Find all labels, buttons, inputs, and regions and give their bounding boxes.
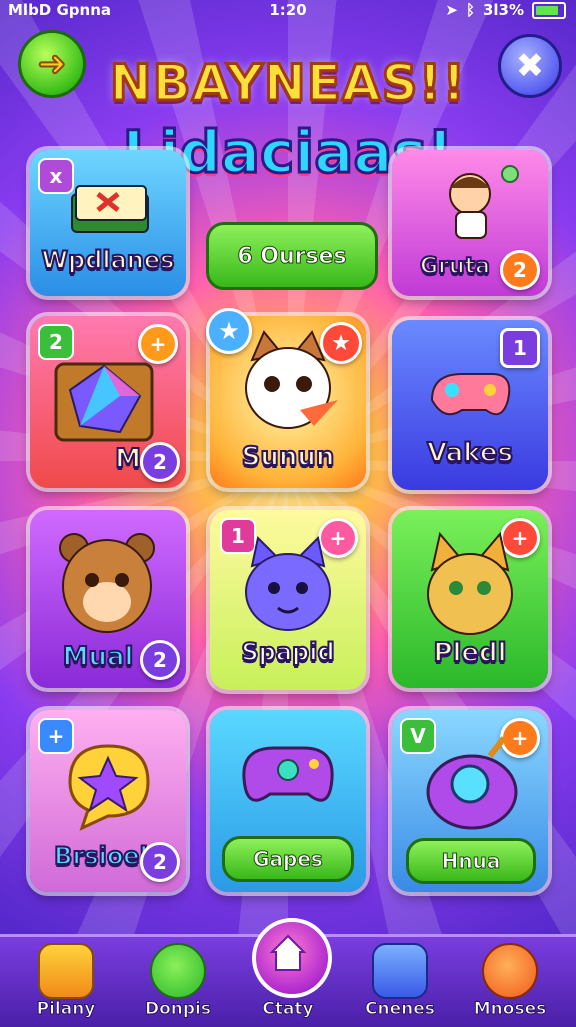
card-badge: 2 <box>140 842 180 882</box>
card-m[interactable]: 2 + M 2 <box>30 316 186 488</box>
blue-cat-character-icon <box>238 536 338 636</box>
card-label: Sunun <box>241 441 336 473</box>
card-brsioel[interactable]: + Brsioel 2 <box>30 710 186 892</box>
nav-item-donpis[interactable]: Donpis <box>128 937 228 1027</box>
blob-creature-icon <box>420 732 524 832</box>
star-chat-icon <box>52 732 162 832</box>
nav-label: Pilany <box>36 999 96 1020</box>
nav-label: Donpis <box>144 999 211 1020</box>
house-icon <box>269 934 307 971</box>
battery-icon <box>532 1 566 19</box>
courses-button[interactable]: 6 Ourses <box>206 222 378 290</box>
gamepad-icon <box>422 360 518 430</box>
card-mual[interactable]: Mual 2 <box>30 510 186 688</box>
hamster-character-icon <box>52 524 162 640</box>
nav-label: Cnenes <box>365 999 436 1020</box>
nav-label: Mnoses <box>473 999 547 1020</box>
nav-item-cnenes[interactable]: Cnenes <box>350 937 450 1027</box>
card-badge: 2 <box>140 442 180 482</box>
card-label: Pledl <box>432 637 507 669</box>
hnua-button[interactable]: Hnua <box>406 838 536 884</box>
kid-character-icon <box>432 164 522 244</box>
card-gapes[interactable]: Gapes <box>210 710 366 892</box>
card-label: Spapid <box>240 637 335 667</box>
nav-item-pilany[interactable]: Pilany <box>16 937 116 1027</box>
book-icon <box>68 180 154 240</box>
cat-character-icon <box>230 330 346 446</box>
list-icon <box>372 943 428 999</box>
nav-label: Ctaty <box>262 999 314 1020</box>
title-line1: NBAYNEAS!! <box>108 53 467 114</box>
gem-box-icon <box>50 346 160 446</box>
card-spapid[interactable]: 1 + Spapid <box>210 510 366 690</box>
center-nav-button[interactable] <box>252 918 332 998</box>
status-bar: MlbD Gpnna 1:20 ➤ ᛒ 3l3% <box>0 0 576 22</box>
swirl-icon <box>482 943 538 999</box>
card-vakes[interactable]: 1 Vakes <box>392 320 548 490</box>
home-icon <box>38 943 94 999</box>
card-label: Vakes <box>426 437 514 469</box>
card-wpdlanes[interactable]: x Wpdlanes <box>30 150 186 296</box>
card-badge: 2 <box>500 250 540 290</box>
nav-item-mnoses[interactable]: Mnoses <box>460 937 560 1027</box>
card-badge: 2 <box>140 640 180 680</box>
game-controller-icon <box>234 728 342 818</box>
card-label: Wpdlanes <box>41 245 176 275</box>
card-hnua[interactable]: V + Hnua <box>392 710 548 892</box>
battery-percent: 3l3% <box>482 1 524 19</box>
card-gruta[interactable]: Gruta 2 <box>392 150 548 296</box>
bluetooth-icon: ᛒ <box>465 1 475 19</box>
trophy-icon <box>150 943 206 999</box>
card-pledl[interactable]: + Pledl <box>392 510 548 688</box>
fox-character-icon <box>418 530 522 640</box>
games-button[interactable]: Gapes <box>222 836 354 882</box>
blue-star-icon: ★ <box>206 308 252 354</box>
location-icon: ➤ <box>445 1 458 19</box>
